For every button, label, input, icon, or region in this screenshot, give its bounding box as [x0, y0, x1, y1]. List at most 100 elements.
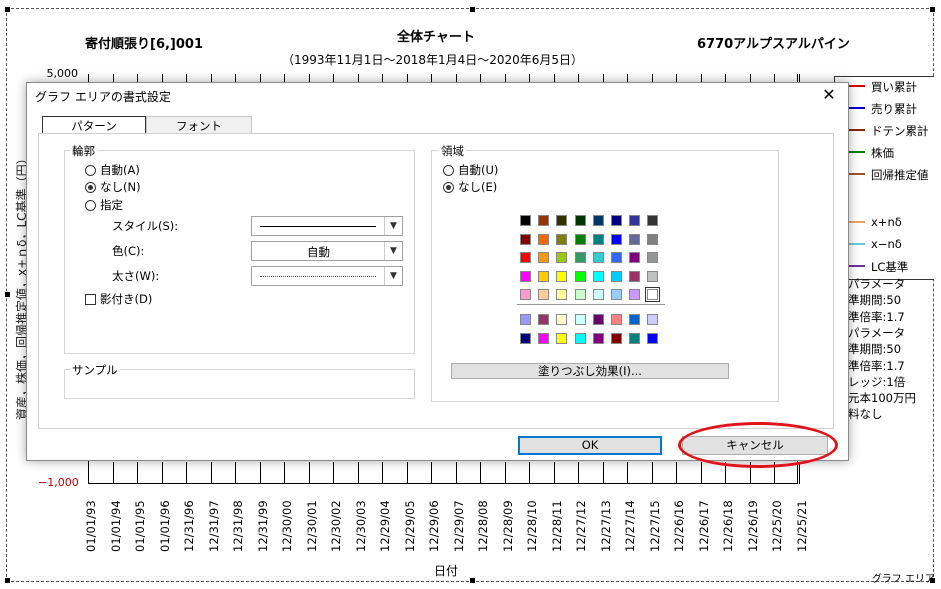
style-combo[interactable]: ▼	[251, 216, 403, 236]
color-swatch[interactable]	[574, 252, 586, 263]
color-swatch[interactable]	[647, 270, 659, 282]
chevron-down-icon[interactable]: ▼	[384, 267, 402, 285]
color-swatch[interactable]	[592, 252, 604, 263]
color-swatch[interactable]	[520, 215, 531, 226]
color-swatch[interactable]	[647, 332, 659, 344]
x-tick-label: 12/30/03	[353, 500, 368, 552]
color-swatch[interactable]	[647, 314, 659, 325]
shadow-label[interactable]: 影付き(D)	[100, 291, 152, 307]
color-swatch[interactable]	[556, 270, 568, 282]
ok-button[interactable]: OK	[518, 436, 662, 455]
color-swatch[interactable]	[592, 314, 604, 325]
color-swatch[interactable]	[611, 314, 622, 325]
legend-label: x+nδ	[871, 215, 902, 229]
grid-tick	[137, 74, 138, 82]
color-swatch[interactable]	[629, 289, 641, 300]
border-custom-label[interactable]: 指定	[100, 197, 123, 213]
color-swatch[interactable]	[556, 289, 568, 300]
chart-title-left: 寄付順張り[6,]001	[85, 37, 204, 52]
color-swatch[interactable]	[592, 332, 604, 344]
tab-font[interactable]: フォント	[146, 116, 252, 134]
color-swatch[interactable]	[629, 270, 641, 282]
color-swatch[interactable]	[629, 233, 641, 245]
x-tick-label: 12/30/01	[304, 500, 319, 552]
selection-handle-bl[interactable]	[4, 577, 11, 584]
color-swatch[interactable]	[629, 332, 641, 344]
color-swatch[interactable]	[538, 289, 550, 300]
color-swatch[interactable]	[556, 332, 568, 344]
color-swatch[interactable]	[611, 215, 622, 226]
color-swatch[interactable]	[538, 233, 550, 245]
grid-tick	[406, 74, 408, 82]
selection-handle-tr[interactable]	[929, 6, 936, 13]
color-combo[interactable]: 自動 ▼	[251, 241, 403, 261]
fill-effects-button[interactable]: 塗りつぶし効果(I)...	[451, 363, 729, 379]
color-swatch[interactable]	[611, 252, 622, 263]
grid-tick	[455, 74, 457, 82]
color-swatch[interactable]	[520, 252, 531, 263]
area-auto-radio[interactable]	[443, 165, 454, 176]
color-swatch[interactable]	[647, 252, 659, 263]
border-none-label[interactable]: なし(N)	[100, 179, 141, 195]
color-swatch[interactable]	[556, 233, 568, 245]
legend[interactable]: 買い累計 売り累計 ドテン累計 株価 回帰推定値 x+nδ x−nδ LC基準	[834, 76, 934, 280]
grid-tick	[553, 462, 555, 484]
weight-combo[interactable]: ▼	[251, 266, 403, 286]
color-swatch[interactable]	[574, 233, 586, 245]
color-swatch[interactable]	[574, 215, 586, 226]
color-swatch[interactable]	[538, 332, 550, 344]
color-swatch[interactable]	[647, 233, 659, 245]
border-none-radio[interactable]	[85, 182, 96, 193]
color-swatch[interactable]	[611, 332, 622, 344]
color-swatch[interactable]	[574, 270, 586, 282]
color-swatch[interactable]	[611, 289, 622, 300]
color-swatch[interactable]	[574, 289, 586, 300]
color-swatch[interactable]	[592, 215, 604, 226]
grid-tick	[259, 74, 261, 82]
color-swatch[interactable]	[520, 332, 531, 344]
area-none-label[interactable]: なし(E)	[458, 179, 497, 195]
color-swatch[interactable]	[520, 289, 531, 300]
color-swatch[interactable]	[538, 270, 550, 282]
color-swatch[interactable]	[574, 314, 586, 325]
chevron-down-icon[interactable]: ▼	[384, 242, 402, 260]
selection-handle-bm[interactable]	[469, 577, 476, 584]
area-none-radio[interactable]	[443, 182, 454, 193]
x-tick-label: 12/28/09	[500, 500, 515, 552]
color-swatch[interactable]	[592, 289, 604, 300]
border-custom-radio[interactable]	[85, 200, 96, 211]
color-swatch[interactable]	[520, 270, 531, 282]
color-swatch[interactable]	[538, 314, 550, 325]
cancel-highlight-ellipse	[678, 422, 838, 468]
parameter-line: 準期間:50	[848, 293, 902, 308]
color-swatch[interactable]	[592, 270, 604, 282]
area-auto-label[interactable]: 自動(U)	[458, 162, 498, 178]
color-swatch[interactable]	[556, 314, 568, 325]
color-swatch[interactable]	[520, 314, 531, 325]
color-swatch[interactable]	[556, 252, 568, 263]
format-chart-area-dialog: グラフ エリアの書式設定 ✕ パターン フォント 輪郭 自動(A) なし(N) …	[26, 82, 849, 461]
color-swatch[interactable]	[538, 215, 550, 226]
color-swatch[interactable]	[647, 215, 659, 226]
color-swatch[interactable]	[592, 233, 604, 245]
color-swatch[interactable]	[538, 252, 550, 263]
color-swatch[interactable]	[611, 270, 622, 282]
border-auto-label[interactable]: 自動(A)	[100, 162, 140, 178]
tab-pattern[interactable]: パターン	[42, 116, 146, 134]
grid-tick	[798, 462, 800, 484]
color-swatch[interactable]	[574, 332, 586, 344]
shadow-checkbox[interactable]	[85, 294, 96, 305]
color-swatch[interactable]	[629, 314, 641, 325]
color-swatch[interactable]	[645, 287, 661, 302]
color-swatch[interactable]	[520, 233, 531, 245]
border-auto-radio[interactable]	[85, 165, 96, 176]
close-icon[interactable]: ✕	[818, 84, 840, 106]
color-swatch[interactable]	[556, 215, 568, 226]
color-swatch[interactable]	[611, 233, 622, 245]
selection-handle-ml[interactable]	[4, 291, 11, 298]
chevron-down-icon[interactable]: ▼	[384, 217, 402, 235]
color-swatch[interactable]	[629, 215, 641, 226]
selection-handle-tm[interactable]	[469, 6, 476, 13]
color-swatch[interactable]	[629, 252, 641, 263]
selection-handle-tl[interactable]	[4, 6, 11, 13]
